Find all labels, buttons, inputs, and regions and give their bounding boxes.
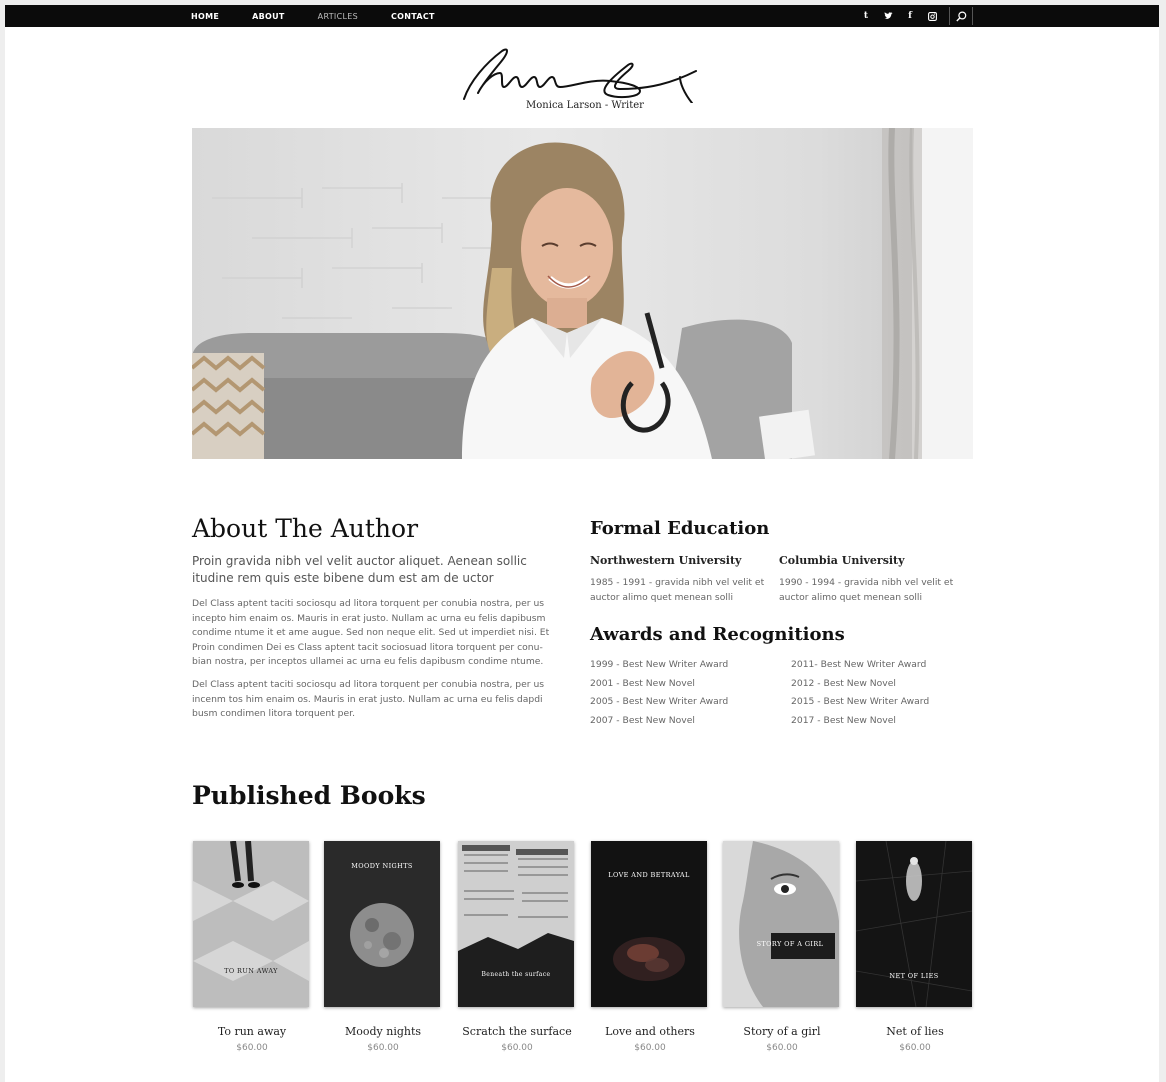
top-nav-bar: HOME ABOUT ARTICLES CONTACT t f	[5, 5, 1159, 27]
award-item: 2012 - Best New Novel	[791, 677, 896, 689]
book-title[interactable]: Moody nights	[324, 1025, 442, 1038]
nav-about[interactable]: ABOUT	[252, 12, 285, 21]
school-desc: 1985 - 1991 - gravida nibh vel velit et …	[590, 577, 765, 603]
book-title[interactable]: To run away	[193, 1025, 311, 1038]
book-card[interactable]: MOODY NIGHTS Moody nights $60.00	[324, 841, 442, 1053]
school-northwestern: Northwestern University 1985 - 1991 - gr…	[590, 554, 775, 605]
main-nav: HOME ABOUT ARTICLES CONTACT	[191, 5, 468, 27]
education-title: Formal Education	[590, 518, 770, 539]
awards-title: Awards and Recognitions	[590, 624, 845, 645]
school-columbia: Columbia University 1990 - 1994 - gravid…	[779, 554, 964, 605]
book-card[interactable]: NET OF LIES Net of lies $60.00	[856, 841, 974, 1053]
award-item: 2015 - Best New Writer Award	[791, 696, 930, 708]
hero-image	[192, 128, 973, 459]
book-title[interactable]: Net of lies	[856, 1025, 974, 1038]
nav-contact[interactable]: CONTACT	[391, 12, 435, 21]
awards-list-left: 1999 - Best New Writer Award 2001 - Best…	[590, 656, 790, 731]
book-cover[interactable]: STORY OF A GIRL	[723, 841, 839, 1007]
award-item: 2001 - Best New Novel	[590, 677, 695, 689]
book-card[interactable]: STORY OF A GIRL Story of a girl $60.00	[723, 841, 841, 1053]
award-item: 1999 - Best New Writer Award	[590, 659, 729, 670]
nav-articles[interactable]: ARTICLES	[318, 12, 358, 21]
book-cover[interactable]: NET OF LIES	[856, 841, 972, 1007]
book-title[interactable]: Love and others	[591, 1025, 709, 1038]
about-paragraph-2: Del Class aptent taciti sociosqu ad lito…	[192, 679, 545, 719]
site-logo[interactable]: Monica Larson - Writer	[460, 41, 710, 115]
award-item: 2005 - Best New Writer Award	[590, 696, 729, 708]
book-price: $60.00	[634, 1043, 666, 1053]
award-item: 2007 - Best New Novel	[590, 715, 695, 727]
cover-title: NET OF LIES	[889, 972, 939, 980]
school-desc: 1990 - 1994 - gravida nibh vel velit et …	[779, 577, 954, 603]
instagram-icon[interactable]	[921, 5, 943, 27]
book-card[interactable]: Beneath the surface Scratch the surface …	[458, 841, 576, 1053]
search-icon	[955, 10, 966, 21]
book-price: $60.00	[766, 1043, 798, 1053]
about-paragraph-1: Del Class aptent taciti sociosqu ad lito…	[192, 598, 550, 667]
school-name: Northwestern University	[590, 554, 742, 567]
school-name: Columbia University	[779, 554, 905, 567]
about-lead: Proin gravida nibh vel velit auctor aliq…	[192, 554, 527, 585]
about-title: About The Author	[192, 514, 419, 543]
book-title[interactable]: Scratch the surface	[458, 1025, 576, 1038]
search-button[interactable]	[949, 7, 973, 25]
cover-title: STORY OF A GIRL	[756, 940, 824, 948]
award-item: 2017 - Best New Novel	[791, 715, 896, 727]
book-price: $60.00	[501, 1043, 533, 1053]
book-price: $60.00	[367, 1043, 399, 1053]
social-links: t f	[855, 5, 943, 27]
cover-title: TO RUN AWAY	[224, 967, 278, 975]
awards-list-right: 2011- Best New Writer Award 2012 - Best …	[791, 656, 991, 731]
tumblr-icon[interactable]: t	[855, 5, 877, 27]
cover-title: MOODY NIGHTS	[351, 862, 413, 870]
book-cover[interactable]: MOODY NIGHTS	[324, 841, 440, 1007]
cover-title: Beneath the surface	[481, 971, 551, 978]
book-card[interactable]: TO RUN AWAY To run away $60.00	[193, 841, 311, 1053]
book-cover[interactable]: Beneath the surface	[458, 841, 574, 1007]
signature-logo	[463, 48, 697, 103]
award-item: 2011- Best New Writer Award	[791, 659, 927, 670]
book-cover[interactable]: LOVE AND BETRAYAL	[591, 841, 707, 1007]
books-title: Published Books	[192, 781, 426, 810]
book-price: $60.00	[899, 1043, 931, 1053]
page: HOME ABOUT ARTICLES CONTACT t f Monica L…	[5, 5, 1159, 1082]
nav-home[interactable]: HOME	[191, 12, 219, 21]
book-title[interactable]: Story of a girl	[723, 1025, 841, 1038]
book-card[interactable]: LOVE AND BETRAYAL Love and others $60.00	[591, 841, 709, 1053]
cover-title: LOVE AND BETRAYAL	[608, 871, 690, 879]
twitter-icon[interactable]	[877, 5, 899, 27]
book-cover[interactable]: TO RUN AWAY	[193, 841, 309, 1007]
site-tagline: Monica Larson - Writer	[526, 100, 644, 111]
book-price: $60.00	[236, 1043, 268, 1053]
facebook-icon[interactable]: f	[899, 5, 921, 27]
